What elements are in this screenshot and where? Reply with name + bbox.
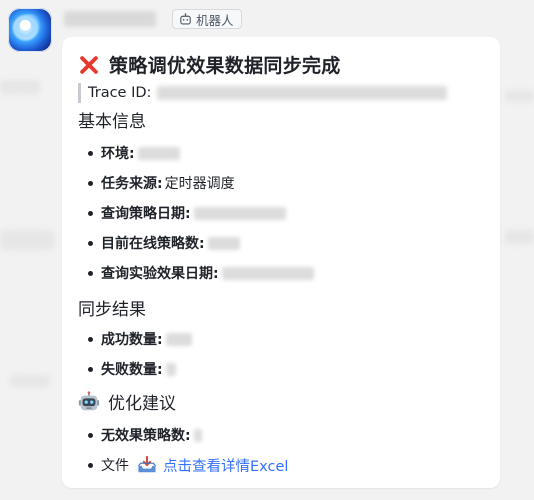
- background-blur: [505, 90, 534, 102]
- bullet: [88, 150, 93, 156]
- section-basic-title: 基本信息: [78, 112, 146, 132]
- exp-date-label: 查询实验效果日期:: [101, 266, 219, 282]
- online-count-label: 目前在线策略数:: [101, 236, 205, 252]
- bot-tag-label: 机器人: [196, 12, 234, 28]
- list-item-online-count: 目前在线策略数:: [88, 233, 240, 253]
- env-label: 环境:: [101, 146, 135, 162]
- bullet: [88, 270, 93, 276]
- card-title: 策略调优效果数据同步完成: [78, 51, 341, 78]
- sender-name-redacted[interactable]: [64, 11, 156, 27]
- online-count-value-redacted: [207, 236, 240, 250]
- bullet: [88, 240, 93, 246]
- robot-face-icon: [78, 390, 100, 410]
- excel-detail-link[interactable]: 点击查看详情Excel: [163, 455, 288, 476]
- background-blur: [505, 230, 534, 244]
- query-date-label: 查询策略日期:: [101, 206, 191, 222]
- bullet: [88, 336, 93, 342]
- success-label: 成功数量:: [101, 332, 163, 348]
- robot-outline-icon: [180, 12, 191, 25]
- bullet: [88, 432, 93, 438]
- bot-tag: 机器人: [172, 9, 242, 29]
- bullet: [88, 462, 93, 468]
- message-card: 策略调优效果数据同步完成 Trace ID: 基本信息 环境: 任务来源: 定时…: [62, 37, 500, 488]
- list-item-file: 文件 点击查看详情Excel: [88, 455, 288, 475]
- trace-id-quote: Trace ID:: [78, 83, 498, 103]
- background-blur: [0, 80, 40, 94]
- trace-id-label: Trace ID:: [88, 85, 152, 101]
- card-title-text: 策略调优效果数据同步完成: [109, 55, 341, 77]
- bullet: [88, 210, 93, 216]
- section-sync-result: 同步结果: [78, 295, 146, 320]
- list-item-invalid: 无效果策略数:: [88, 425, 202, 445]
- bullet: [88, 366, 93, 372]
- trace-id-value-redacted[interactable]: [157, 86, 448, 100]
- background-blur: [0, 230, 54, 250]
- inbox-tray-icon: [138, 456, 156, 473]
- background-blur: [10, 375, 50, 387]
- section-basic-info: 基本信息: [78, 107, 146, 132]
- bullet: [88, 180, 93, 186]
- bot-avatar[interactable]: [8, 8, 52, 52]
- list-item-env: 环境:: [88, 143, 180, 163]
- list-item-success: 成功数量:: [88, 329, 192, 349]
- query-date-value-redacted: [193, 206, 286, 220]
- list-item-source: 任务来源: 定时器调度: [88, 173, 235, 193]
- section-suggest-title: 优化建议: [108, 394, 176, 414]
- list-item-fail: 失败数量:: [88, 359, 176, 379]
- section-suggest: 优化建议: [78, 389, 176, 414]
- red-cross-icon: [80, 55, 98, 74]
- source-value: 定时器调度: [164, 176, 235, 192]
- file-label: 文件: [101, 458, 129, 474]
- list-item-exp-date: 查询实验效果日期:: [88, 263, 314, 283]
- section-sync-title: 同步结果: [78, 300, 146, 320]
- invalid-value-redacted: [193, 428, 202, 442]
- env-value-redacted: [137, 146, 180, 160]
- invalid-label: 无效果策略数:: [101, 428, 191, 444]
- list-item-query-date: 查询策略日期:: [88, 203, 286, 223]
- source-label: 任务来源:: [101, 176, 163, 192]
- fail-label: 失败数量:: [101, 362, 163, 378]
- fail-value-redacted: [165, 362, 176, 376]
- exp-date-value-redacted: [221, 266, 314, 280]
- success-value-redacted: [165, 332, 192, 346]
